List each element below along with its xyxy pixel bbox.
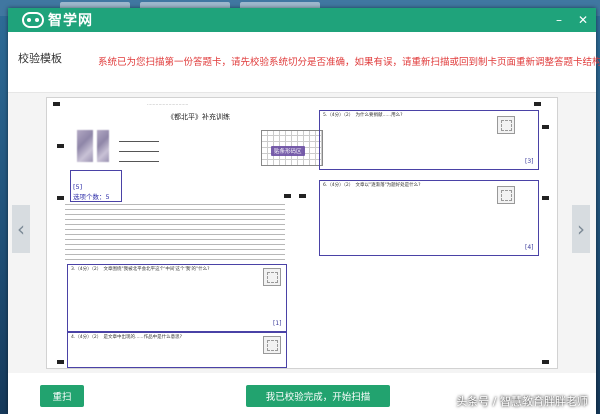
sheet-title: 《都北平》补充训练 <box>167 113 230 121</box>
registration-mark <box>57 144 64 148</box>
region-tag: [1] <box>273 320 282 327</box>
close-icon[interactable]: ✕ <box>576 13 590 27</box>
registration-mark <box>53 102 60 106</box>
app-logo: 智学网 <box>22 11 93 29</box>
page-header: 校验模板 系统已为您扫描第一份答题卡，请先校验系统切分是否准确，如果有误，请重新… <box>8 32 600 93</box>
name-field <box>117 136 159 142</box>
region-tag: [4] <box>525 244 534 251</box>
page-title: 校验模板 <box>18 52 62 65</box>
app-name: 智学网 <box>48 13 93 29</box>
question-label: 6.（4分）（2） 文章以"逐渐落"为题好处是什么? <box>323 183 421 188</box>
score-box <box>497 116 515 134</box>
window-controls: – ✕ <box>552 13 590 27</box>
previous-page-button[interactable]: ‹ <box>12 205 30 253</box>
action-bar: 重扫 我已校验完成，开始扫描 头条号 / 智慧教育胖胖老师 <box>8 373 596 414</box>
preview-area: ‹ › ............................. 《都北平》补… <box>8 93 596 373</box>
region-tag: [3] <box>525 158 534 165</box>
logo-icon <box>22 12 44 28</box>
score-box <box>263 336 281 354</box>
answer-region-box[interactable] <box>67 264 287 332</box>
chevron-left-icon: ‹ <box>17 217 25 241</box>
next-page-button[interactable]: › <box>572 205 590 253</box>
score-box <box>263 268 281 286</box>
registration-mark <box>542 360 549 364</box>
chevron-right-icon: › <box>577 217 585 241</box>
registration-mark <box>542 196 549 200</box>
notice-text: 系统已为您扫描第一份答题卡，请先校验系统切分是否准确，如果有误，请重新扫描或回到… <box>98 57 600 68</box>
watermark-text: 头条号 / 智慧教育胖胖老师 <box>456 395 588 408</box>
question-label: 4.（4分）（2） 是文章中出现的......作品中是什么意思? <box>71 335 182 340</box>
blurred-photo <box>77 130 93 162</box>
id-field <box>117 156 159 162</box>
minimize-icon[interactable]: – <box>552 13 566 27</box>
registration-mark <box>542 125 549 129</box>
barcode-area: 贴条形码区 <box>271 146 305 156</box>
sheet-header-text: ............................. <box>147 102 189 107</box>
rescan-button[interactable]: 重扫 <box>40 385 84 407</box>
registration-mark <box>284 194 291 198</box>
registration-mark <box>299 194 306 198</box>
blurred-photo <box>97 130 109 162</box>
question-label: 3.（4分）（2） 文章围绕"我被北平会北平这个'中间'这个'我'的"什么? <box>71 267 210 272</box>
class-field <box>117 146 159 152</box>
passage-text <box>65 204 285 262</box>
start-scan-button[interactable]: 我已校验完成，开始扫描 <box>246 385 390 407</box>
answer-sheet-preview: ............................. 《都北平》补充训练 … <box>46 97 558 369</box>
app-window: 智学网 – ✕ 校验模板 系统已为您扫描第一份答题卡，请先校验系统切分是否准确，… <box>8 8 600 414</box>
registration-mark <box>57 360 64 364</box>
score-box <box>497 186 515 204</box>
registration-mark <box>57 196 64 200</box>
title-bar: 智学网 – ✕ <box>8 8 596 32</box>
choice-count: 选项个数：5 <box>73 193 110 201</box>
registration-mark <box>534 102 541 106</box>
choice-tag: [5] <box>73 183 83 191</box>
question-label: 5.（4分）（2） 为什么要捐献......用么? <box>323 113 403 118</box>
